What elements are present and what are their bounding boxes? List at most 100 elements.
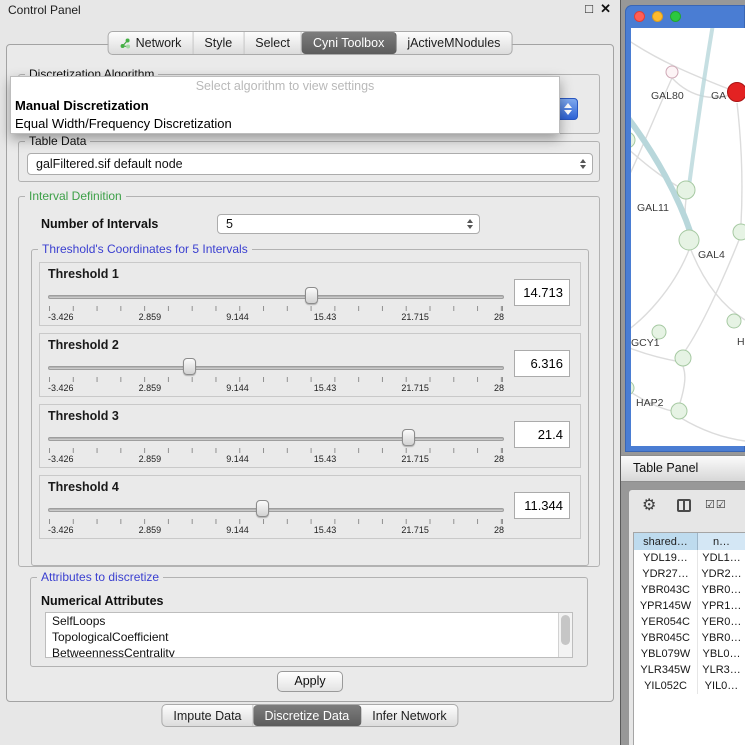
threshold-slider[interactable]: -3.4262.8599.14415.4321.71528 (48, 427, 504, 465)
table-cell[interactable]: YER054C (634, 614, 698, 630)
threshold-value-field[interactable]: 14.713 (514, 279, 570, 306)
select-columns-checkboxes-icon[interactable]: ☑☑ (705, 498, 727, 511)
numerical-attributes-list[interactable]: SelfLoopsTopologicalCoefficientBetweenne… (45, 612, 573, 658)
tick-label: 2.859 (139, 525, 162, 535)
threshold-rows: Threshold 1-3.4262.8599.14415.4321.71528… (39, 262, 581, 559)
table-data-combobox[interactable]: galFiltered.sif default node (27, 153, 593, 175)
slider-track[interactable] (48, 508, 504, 512)
thresholds-group: Threshold's Coordinates for 5 Intervals … (31, 249, 589, 566)
column-header-shared-name[interactable]: shared… (634, 533, 698, 550)
column-header-name[interactable]: n… (698, 533, 745, 550)
attributes-group: Attributes to discretize Numerical Attri… (30, 577, 588, 667)
table-data-group-title: Table Data (25, 134, 90, 148)
control-panel-titlebar[interactable]: Control Panel □ ✕ (0, 0, 620, 20)
table-row[interactable]: YBR045CYBR0… (634, 630, 745, 646)
window-title: Control Panel (8, 3, 81, 17)
float-window-icon[interactable]: □ (585, 1, 593, 16)
attribute-list-item[interactable]: TopologicalCoefficient (46, 629, 572, 645)
tab-impute-data[interactable]: Impute Data (162, 705, 253, 726)
tick-label: 2.859 (139, 454, 162, 464)
table-cell[interactable]: YBL079W (634, 646, 698, 662)
apply-button[interactable]: Apply (277, 671, 343, 692)
tab-cyni-toolbox[interactable]: Cyni Toolbox (302, 32, 396, 54)
selected-red-node[interactable] (728, 83, 745, 102)
slider-track[interactable] (48, 295, 504, 299)
table-cell[interactable]: YBR045C (634, 630, 698, 646)
combobox-arrows-icon[interactable] (557, 98, 578, 120)
tab-style[interactable]: Style (193, 32, 244, 54)
table-cell[interactable]: YDL19… (634, 550, 698, 566)
window-traffic-lights (634, 11, 681, 22)
menu-item-equal-width-frequency[interactable]: Equal Width/Frequency Discretization (11, 115, 559, 133)
close-traffic-light-icon[interactable] (634, 11, 645, 22)
table-row[interactable]: YER054CYER0… (634, 614, 745, 630)
interval-definition-group-title: Interval Definition (25, 189, 126, 203)
tab-jactivemnodules[interactable]: jActiveMNodules (396, 32, 511, 54)
table-cell[interactable]: YDR27… (634, 566, 698, 582)
table-cell[interactable]: YIL052C (634, 678, 698, 694)
table-row[interactable]: YBL079WYBL0… (634, 646, 745, 662)
threshold-slider[interactable]: -3.4262.8599.14415.4321.71528 (48, 498, 504, 536)
table-body: YDL19…YDL1…YDR27…YDR2…YBR043CYBR0…YPR145… (634, 550, 745, 694)
attribute-list-item[interactable]: SelfLoops (46, 613, 572, 629)
table-cell[interactable]: YBR043C (634, 582, 698, 598)
threshold-slider[interactable]: -3.4262.8599.14415.4321.71528 (48, 285, 504, 323)
table-panel-header[interactable]: Table Panel (621, 455, 745, 482)
table-row[interactable]: YPR145WYPR1… (634, 598, 745, 614)
table-cell[interactable]: YDR2… (698, 566, 745, 582)
tick-label: 21.715 (401, 454, 429, 464)
close-icon[interactable]: ✕ (600, 1, 611, 17)
table-cell[interactable]: YPR145W (634, 598, 698, 614)
slider-track[interactable] (48, 366, 504, 370)
network-nodes[interactable] (631, 66, 745, 419)
network-view-window[interactable]: GA GAL80 (625, 5, 745, 452)
slider-track[interactable] (48, 437, 504, 441)
table-cell[interactable]: YIL0… (698, 678, 745, 694)
tab-label: Impute Data (173, 709, 241, 723)
threshold-panel: Threshold 1-3.4262.8599.14415.4321.71528… (39, 262, 581, 326)
network-canvas[interactable]: GA GAL80 (631, 28, 745, 446)
table-cell[interactable]: YDL1… (698, 550, 745, 566)
tick-label: 9.144 (226, 383, 249, 393)
table-data-group: Table Data galFiltered.sif default node (18, 141, 600, 182)
threshold-label: Threshold 3 (48, 409, 119, 423)
table-row[interactable]: YBR043CYBR0… (634, 582, 745, 598)
table-row[interactable]: YDR27…YDR2… (634, 566, 745, 582)
slider-thumb[interactable] (402, 429, 415, 446)
tab-network[interactable]: Network (109, 32, 194, 54)
zoom-traffic-light-icon[interactable] (670, 11, 681, 22)
table-cell[interactable]: YBR0… (698, 630, 745, 646)
table-row[interactable]: YDL19…YDL1… (634, 550, 745, 566)
minimize-traffic-light-icon[interactable] (652, 11, 663, 22)
tab-discretize-data[interactable]: Discretize Data (254, 705, 362, 726)
number-of-intervals-combobox[interactable]: 5 (217, 214, 480, 234)
combobox-spinner-icon[interactable] (467, 219, 473, 229)
slider-thumb[interactable] (305, 287, 318, 304)
scrollbar-thumb[interactable] (561, 615, 570, 645)
table-cell[interactable]: YLR345W (634, 662, 698, 678)
table-cell[interactable]: YPR1… (698, 598, 745, 614)
table-cell[interactable]: YER0… (698, 614, 745, 630)
combobox-spinner-icon[interactable] (580, 159, 586, 169)
slider-thumb[interactable] (183, 358, 196, 375)
table-row[interactable]: YLR345WYLR3… (634, 662, 745, 678)
gear-icon[interactable]: ⚙ (642, 495, 656, 515)
node-label-hap2: HAP2 (636, 397, 664, 409)
tab-infer-network[interactable]: Infer Network (361, 705, 457, 726)
table-cell[interactable]: YBL0… (698, 646, 745, 662)
table-row[interactable]: YIL052CYIL0… (634, 678, 745, 694)
table-cell[interactable]: YLR3… (698, 662, 745, 678)
threshold-value-field[interactable]: 6.316 (514, 350, 570, 377)
list-scrollbar[interactable] (558, 613, 572, 657)
tab-label: Discretize Data (265, 709, 350, 723)
table-cell[interactable]: YBR0… (698, 582, 745, 598)
columns-icon[interactable] (677, 499, 691, 512)
slider-thumb[interactable] (256, 500, 269, 517)
threshold-value-field[interactable]: 11.344 (514, 492, 570, 519)
tab-select[interactable]: Select (244, 32, 302, 54)
menu-item-manual-discretization[interactable]: Manual Discretization (11, 97, 559, 115)
attribute-list-item[interactable]: BetweennessCentrality (46, 645, 572, 658)
threshold-slider[interactable]: -3.4262.8599.14415.4321.71528 (48, 356, 504, 394)
threshold-value-field[interactable]: 21.4 (514, 421, 570, 448)
node-label-partial: H (737, 336, 745, 348)
